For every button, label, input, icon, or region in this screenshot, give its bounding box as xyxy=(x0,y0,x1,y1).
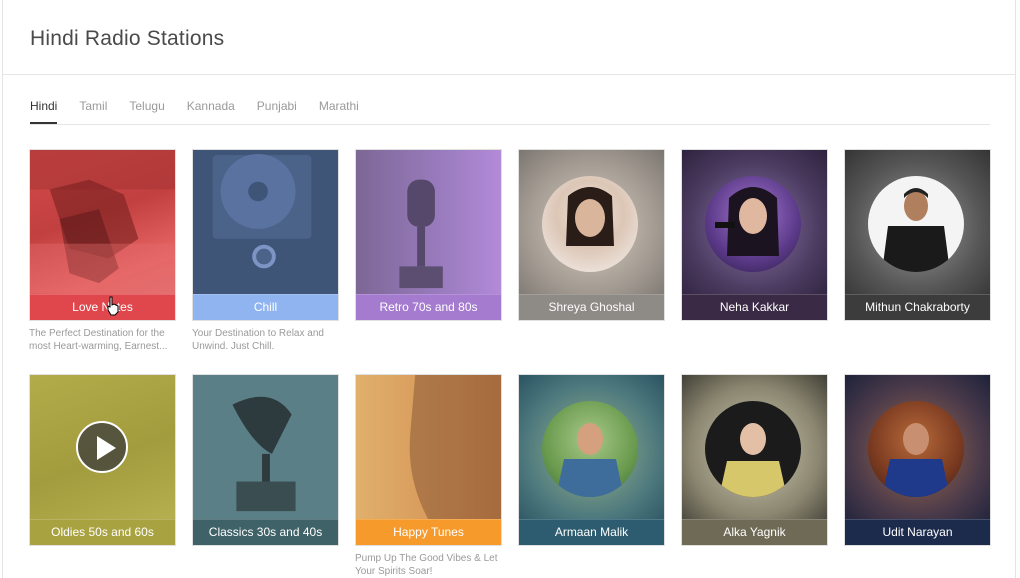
station-name: Classics 30s and 40s xyxy=(193,519,338,545)
station-card-alka-yagnik[interactable]: Alka Yagnik xyxy=(681,374,828,546)
play-icon[interactable] xyxy=(76,421,128,473)
page-header: Hindi Radio Stations xyxy=(3,0,1015,75)
station-card-classics[interactable]: Classics 30s and 40s xyxy=(192,374,339,546)
station-card-retro[interactable]: Retro 70s and 80s xyxy=(355,149,502,321)
station-card-chill[interactable]: Chill Your Destination to Relax and Unwi… xyxy=(192,149,339,353)
station-name: Neha Kakkar xyxy=(682,294,827,320)
tab-marathi[interactable]: Marathi xyxy=(319,93,359,124)
station-thumbnail[interactable]: Mithun Chakraborty xyxy=(844,149,991,321)
artist-portrait xyxy=(715,187,779,256)
station-card-udit-narayan[interactable]: Udit Narayan xyxy=(844,374,991,546)
station-name: Chill xyxy=(193,294,338,320)
artist-avatar xyxy=(868,401,964,497)
station-card-neha-kakkar[interactable]: Neha Kakkar xyxy=(681,149,828,321)
artist-portrait xyxy=(882,423,950,497)
station-name: Happy Tunes xyxy=(356,519,501,545)
station-card-oldies[interactable]: Oldies 50s and 60s xyxy=(29,374,176,546)
station-thumbnail[interactable]: Armaan Malik xyxy=(518,374,665,546)
page-title: Hindi Radio Stations xyxy=(30,27,225,50)
station-thumbnail[interactable]: Retro 70s and 80s xyxy=(355,149,502,321)
station-card-love-notes[interactable]: Love Notes The Perfect Destination for t… xyxy=(29,149,176,353)
station-description: The Perfect Destination for the most Hea… xyxy=(29,328,168,352)
language-tabs: Hindi Tamil Telugu Kannada Punjabi Marat… xyxy=(30,93,990,125)
artist-avatar xyxy=(705,176,801,272)
station-name: Retro 70s and 80s xyxy=(356,294,501,320)
station-name: Shreya Ghoshal xyxy=(519,294,664,320)
station-thumbnail[interactable]: Chill xyxy=(192,149,339,321)
station-description: Your Destination to Relax and Unwind. Ju… xyxy=(192,328,324,352)
station-card-shreya-ghoshal[interactable]: Shreya Ghoshal xyxy=(518,149,665,321)
station-description: Pump Up The Good Vibes & Let Your Spirit… xyxy=(355,553,498,577)
station-name: Love Notes xyxy=(30,294,175,320)
station-thumbnail[interactable]: Neha Kakkar xyxy=(681,149,828,321)
station-thumbnail[interactable]: Happy Tunes xyxy=(355,374,502,546)
tab-hindi[interactable]: Hindi xyxy=(30,93,58,124)
tab-kannada[interactable]: Kannada xyxy=(187,93,235,124)
artist-portrait xyxy=(556,423,624,497)
station-name: Mithun Chakraborty xyxy=(845,294,990,320)
station-thumbnail[interactable]: Oldies 50s and 60s xyxy=(29,374,176,546)
tab-telugu[interactable]: Telugu xyxy=(129,93,164,124)
hand-cursor-icon xyxy=(107,296,119,316)
station-thumbnail[interactable]: Alka Yagnik xyxy=(681,374,828,546)
artist-portrait xyxy=(882,188,950,272)
station-card-armaan-malik[interactable]: Armaan Malik xyxy=(518,374,665,546)
station-card-happy-tunes[interactable]: Happy Tunes Pump Up The Good Vibes & Let… xyxy=(355,374,502,578)
station-name: Alka Yagnik xyxy=(682,519,827,545)
station-name: Oldies 50s and 60s xyxy=(30,519,175,545)
station-thumbnail[interactable]: Classics 30s and 40s xyxy=(192,374,339,546)
station-thumbnail[interactable]: Udit Narayan xyxy=(844,374,991,546)
artist-avatar xyxy=(868,176,964,272)
station-name: Armaan Malik xyxy=(519,519,664,545)
station-thumbnail[interactable]: Shreya Ghoshal xyxy=(518,149,665,321)
station-name: Udit Narayan xyxy=(845,519,990,545)
station-thumbnail[interactable]: Love Notes xyxy=(29,149,176,321)
station-card-mithun-chakraborty[interactable]: Mithun Chakraborty xyxy=(844,149,991,321)
artist-portrait xyxy=(566,187,614,246)
artist-avatar xyxy=(542,176,638,272)
tab-punjabi[interactable]: Punjabi xyxy=(257,93,297,124)
artist-portrait xyxy=(719,423,787,497)
tab-tamil[interactable]: Tamil xyxy=(79,93,107,124)
artist-avatar xyxy=(542,401,638,497)
artist-avatar xyxy=(705,401,801,497)
